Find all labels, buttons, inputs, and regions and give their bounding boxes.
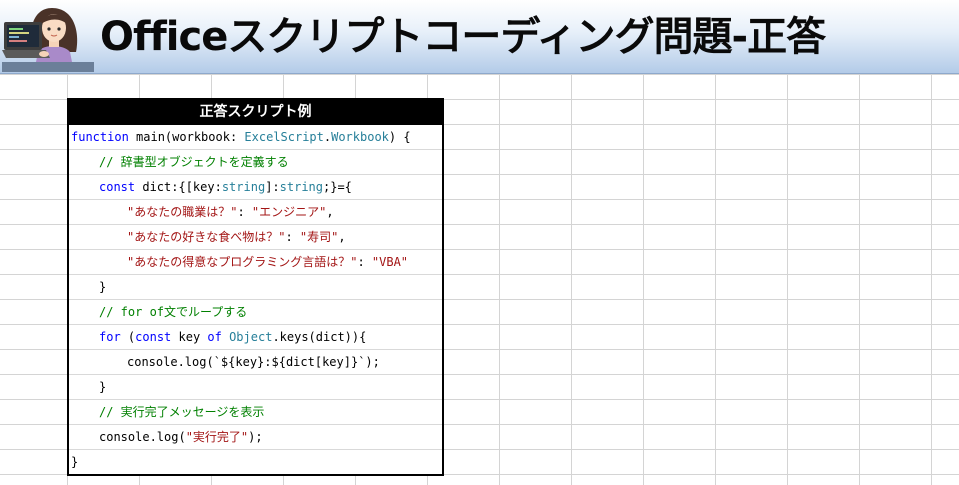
code-line: } xyxy=(69,375,442,400)
page-title: Officeスクリプトコーディング問題-正答 xyxy=(100,14,826,60)
code-line: "あなたの職業は？": "エンジニア", xyxy=(69,200,442,225)
code-token: "あなたの得意なプログラミング言語は？" xyxy=(127,255,358,269)
code-token: ); xyxy=(248,430,263,444)
code-token: : xyxy=(237,205,252,219)
code-token: "あなたの好きな食べ物は？" xyxy=(127,230,286,244)
code-token: string xyxy=(221,180,266,194)
code-token: console.log( xyxy=(99,430,186,444)
code-token: dict:{[key: xyxy=(135,180,222,194)
code-line: } xyxy=(69,450,442,475)
code-token: : xyxy=(357,255,372,269)
code-token: .keys(dict)){ xyxy=(272,330,367,344)
code-token: of xyxy=(207,330,222,344)
code-token: Workbook xyxy=(331,130,389,144)
code-line: // 辞書型オブジェクトを定義する xyxy=(69,150,442,175)
code-token: : xyxy=(285,230,300,244)
code-line: } xyxy=(69,275,442,300)
code-token: key xyxy=(171,330,208,344)
code-token: } xyxy=(71,455,79,469)
code-token: main(workbook: xyxy=(128,130,245,144)
code-token: ExcelScript xyxy=(244,130,324,144)
code-token: for xyxy=(99,330,121,344)
code-token: // 辞書型オブジェクトを定義する xyxy=(99,155,289,169)
code-token: console.log(`${key}:${dict[key]}`); xyxy=(127,355,380,369)
code-line: // for of文でループする xyxy=(69,300,442,325)
code-token: // for of文でループする xyxy=(99,305,248,319)
code-token: "エンジニア" xyxy=(251,205,327,219)
code-token: "あなたの職業は？" xyxy=(127,205,238,219)
page: Officeスクリプトコーディング問題-正答 正答スクリプト例 function… xyxy=(0,0,959,485)
code-line: const dict:{[key:string]:string;}={ xyxy=(69,175,442,200)
code-example-box: 正答スクリプト例 function main(workbook: ExcelSc… xyxy=(67,98,444,476)
code-token: const xyxy=(99,180,136,194)
code-line: function main(workbook: ExcelScript.Work… xyxy=(69,125,442,150)
code-token: } xyxy=(99,280,107,294)
code-line: // 実行完了メッセージを表示 xyxy=(69,400,442,425)
code-line: "あなたの好きな食べ物は？": "寿司", xyxy=(69,225,442,250)
code-token: , xyxy=(338,230,346,244)
title-banner: Officeスクリプトコーディング問題-正答 xyxy=(0,0,959,74)
code-token: } xyxy=(99,380,107,394)
woman-at-laptop-illustration-icon xyxy=(2,8,94,72)
code-token: ]: xyxy=(265,180,280,194)
code-token: const xyxy=(135,330,172,344)
code-line: console.log(`${key}:${dict[key]}`); xyxy=(69,350,442,375)
code-token: "実行完了" xyxy=(185,430,249,444)
code-line: "あなたの得意なプログラミング言語は？": "VBA" xyxy=(69,250,442,275)
code-line: console.log("実行完了"); xyxy=(69,425,442,450)
code-box-header: 正答スクリプト例 xyxy=(69,100,442,125)
code-token: , xyxy=(326,205,334,219)
code-token: string xyxy=(279,180,323,194)
code-token: ( xyxy=(120,330,136,344)
code-token: // 実行完了メッセージを表示 xyxy=(99,405,265,419)
code-token: ) { xyxy=(388,130,411,144)
code-token: "寿司" xyxy=(299,230,339,244)
code-token: ;}={ xyxy=(323,180,352,194)
code-token: Object xyxy=(229,330,273,344)
code-token: function xyxy=(71,130,129,144)
code-token: "VBA" xyxy=(371,255,409,269)
code-line: for (const key of Object.keys(dict)){ xyxy=(69,325,442,350)
code-lines: function main(workbook: ExcelScript.Work… xyxy=(69,125,442,475)
